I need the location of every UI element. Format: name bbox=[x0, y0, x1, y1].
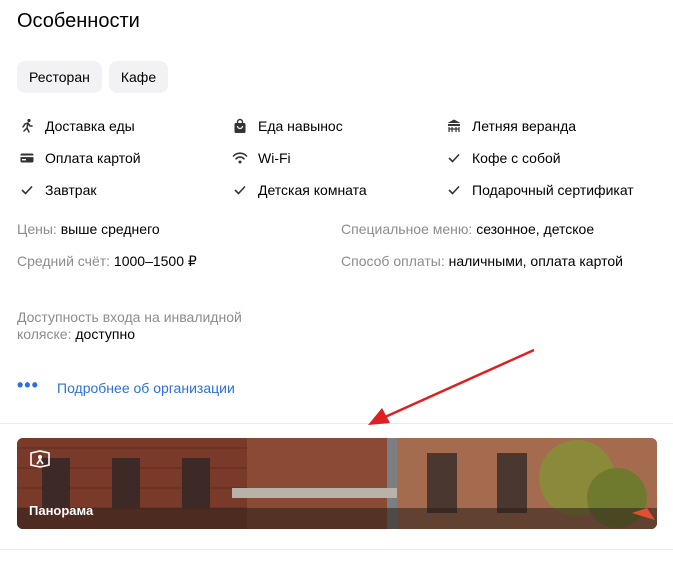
feature-label: Летняя веранда bbox=[472, 118, 577, 134]
chip-restaurant[interactable]: Ресторан bbox=[17, 61, 102, 93]
feature-item: Кофе с собой bbox=[444, 148, 561, 168]
info-prices: Цены: выше среднего bbox=[17, 221, 160, 238]
shopping-bag-icon bbox=[230, 116, 250, 136]
info-value: сезонное, детское bbox=[476, 221, 595, 237]
feature-item: Оплата картой bbox=[17, 148, 230, 168]
feature-item: Летняя веранда bbox=[444, 116, 576, 136]
wifi-icon bbox=[230, 148, 250, 168]
feature-item: Подарочный сертификат bbox=[444, 180, 634, 200]
dots-icon: ••• bbox=[17, 375, 39, 395]
features-grid: Доставка еды Еда навынос Летняя веранда … bbox=[17, 110, 667, 206]
panorama-label: Панорама bbox=[29, 503, 94, 518]
check-icon bbox=[444, 180, 464, 200]
feature-item: Детская комната bbox=[230, 180, 444, 200]
features-row: Завтрак Детская комната Подарочный серти… bbox=[17, 174, 667, 206]
info-wheelchair: Доступность входа на инвалидной коляске:… bbox=[17, 309, 257, 343]
feature-label: Подарочный сертификат bbox=[472, 182, 634, 198]
info-label: Способ оплаты: bbox=[341, 253, 445, 269]
more-info-link[interactable]: Подробнее об организации bbox=[57, 380, 235, 396]
feature-label: Детская комната bbox=[258, 182, 367, 198]
info-special-menu: Специальное меню: сезонное, детское bbox=[341, 221, 594, 238]
feature-item: Завтрак bbox=[17, 180, 230, 200]
feature-item: Доставка еды bbox=[17, 116, 230, 136]
features-row: Доставка еды Еда навынос Летняя веранда bbox=[17, 110, 667, 142]
info-label: Средний счёт: bbox=[17, 253, 111, 269]
divider bbox=[0, 423, 673, 424]
veranda-icon bbox=[444, 116, 464, 136]
panorama-icon bbox=[29, 450, 51, 473]
feature-label: Завтрак bbox=[45, 182, 97, 198]
panorama-image bbox=[17, 438, 657, 529]
info-avg-check: Средний счёт: 1000–1500 ₽ bbox=[17, 253, 197, 270]
running-person-icon bbox=[17, 116, 37, 136]
feature-item: Wi-Fi bbox=[230, 148, 444, 168]
info-payment: Способ оплаты: наличными, оплата картой bbox=[341, 253, 623, 270]
category-chips: Ресторан Кафе bbox=[17, 61, 169, 93]
feature-label: Доставка еды bbox=[45, 118, 135, 134]
info-value: выше среднего bbox=[60, 221, 160, 237]
panorama-card[interactable]: Панорама bbox=[17, 438, 657, 529]
check-icon bbox=[17, 180, 37, 200]
check-icon bbox=[230, 180, 250, 200]
features-row: Оплата картой Wi-Fi Кофе с собой bbox=[17, 142, 667, 174]
credit-card-icon bbox=[17, 148, 37, 168]
feature-label: Кофе с собой bbox=[472, 150, 561, 166]
feature-item: Еда навынос bbox=[230, 116, 444, 136]
info-label: Специальное меню: bbox=[341, 221, 473, 237]
info-value: 1000–1500 ₽ bbox=[113, 253, 197, 269]
feature-label: Wi-Fi bbox=[258, 150, 291, 166]
info-label: Цены: bbox=[17, 221, 57, 237]
section-title: Особенности bbox=[17, 10, 140, 32]
more-info-link-row[interactable]: ••• Подробнее об организации bbox=[17, 375, 235, 396]
divider bbox=[0, 549, 673, 550]
info-value: наличными, оплата картой bbox=[448, 253, 623, 269]
feature-label: Еда навынос bbox=[258, 118, 343, 134]
chip-cafe[interactable]: Кафе bbox=[108, 61, 169, 93]
check-icon bbox=[444, 148, 464, 168]
info-value: доступно bbox=[75, 326, 135, 342]
feature-label: Оплата картой bbox=[45, 150, 141, 166]
